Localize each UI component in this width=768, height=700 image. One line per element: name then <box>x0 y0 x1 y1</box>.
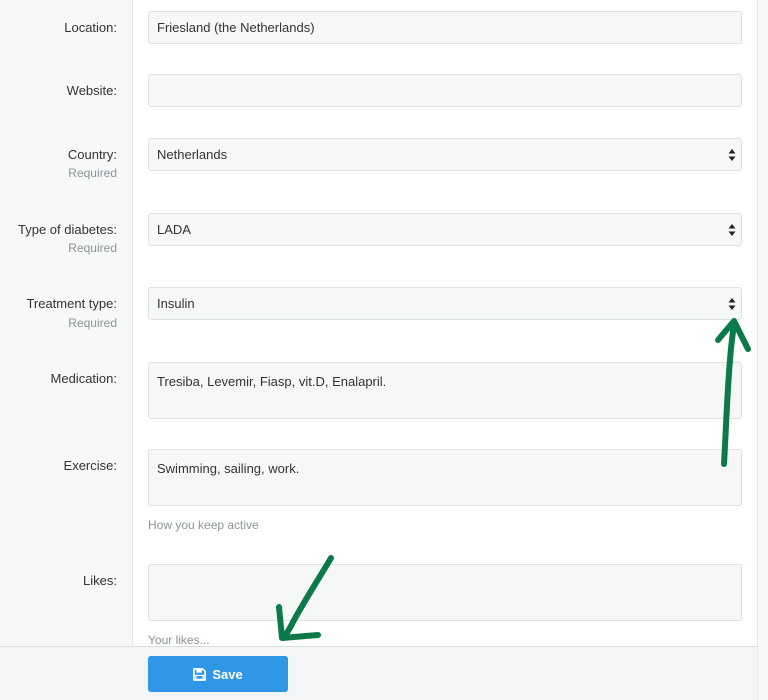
exercise-help-text: How you keep active <box>148 518 259 532</box>
save-button[interactable]: Save <box>148 656 288 692</box>
exercise-label: Exercise: <box>63 458 117 473</box>
website-input[interactable] <box>148 74 742 107</box>
annotation-arrowhead-up <box>715 318 751 352</box>
medication-textarea[interactable]: Tresiba, Levemir, Fiasp, vit.D, Enalapri… <box>148 362 742 419</box>
edit-profile-page: Location: Friesland (the Netherlands) We… <box>0 0 768 700</box>
diabetes-type-select[interactable]: LADA <box>148 213 742 246</box>
exercise-value: Swimming, sailing, work. <box>157 461 300 476</box>
form-footer-bar <box>0 646 757 700</box>
diabetes-type-required-note: Required <box>68 241 117 255</box>
label-column-background <box>0 0 133 700</box>
medication-value: Tresiba, Levemir, Fiasp, vit.D, Enalapri… <box>157 374 387 389</box>
location-value: Friesland (the Netherlands) <box>157 20 315 35</box>
select-arrows-icon <box>728 148 736 161</box>
right-edge-panel <box>757 0 768 700</box>
save-button-label: Save <box>212 666 243 682</box>
country-required-note: Required <box>68 166 117 180</box>
treatment-type-value: Insulin <box>157 296 195 311</box>
country-label: Country: <box>67 147 117 162</box>
location-label: Location: <box>64 20 117 35</box>
country-select[interactable]: Netherlands <box>148 138 742 171</box>
website-label: Website: <box>66 83 117 98</box>
location-input[interactable]: Friesland (the Netherlands) <box>148 11 742 44</box>
country-value: Netherlands <box>157 147 228 162</box>
likes-label: Likes: <box>83 573 117 588</box>
medication-label: Medication: <box>50 371 117 386</box>
treatment-type-select[interactable]: Insulin <box>148 287 742 320</box>
treatment-type-label: Treatment type: <box>26 296 117 311</box>
likes-textarea[interactable] <box>148 564 742 621</box>
floppy-disk-icon <box>193 667 207 681</box>
likes-help-text: Your likes... <box>148 633 210 647</box>
select-arrows-icon <box>728 297 736 310</box>
diabetes-type-value: LADA <box>157 222 191 237</box>
exercise-textarea[interactable]: Swimming, sailing, work. <box>148 449 742 506</box>
diabetes-type-label: Type of diabetes: <box>17 222 117 237</box>
select-arrows-icon <box>728 223 736 236</box>
treatment-type-required-note: Required <box>68 316 117 330</box>
